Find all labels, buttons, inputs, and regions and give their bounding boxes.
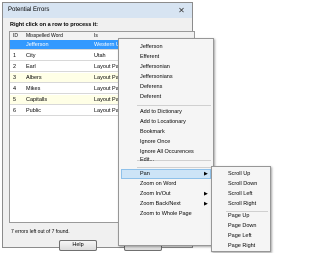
menu-item-suggestion[interactable]: Jeffersonians	[140, 74, 173, 80]
menu-item-pan-label: Pan	[140, 171, 150, 177]
menu-item-page-right[interactable]: Page Right	[228, 243, 255, 249]
row-word: Jefferson	[26, 42, 49, 48]
title-bar[interactable]: Potential Errors ✕	[3, 3, 192, 18]
submenu-arrow-icon: ▶	[204, 201, 208, 207]
row-word: Albers	[26, 75, 42, 81]
menu-item-page-up[interactable]: Page Up	[228, 213, 249, 219]
row-is: Utah	[94, 53, 106, 59]
menu-item-suggestion[interactable]: Deferent	[140, 94, 161, 100]
menu-item-ignore-once[interactable]: Ignore Once	[140, 139, 170, 145]
row-id: 4	[13, 86, 17, 92]
row-word: Earl	[26, 64, 36, 70]
menu-separator	[137, 167, 211, 168]
row-word: City	[26, 53, 36, 59]
menu-item-suggestion[interactable]: Deferens	[140, 84, 162, 90]
instruction-label: Right click on a row to process it:	[10, 22, 99, 28]
row-word: Mikes	[26, 86, 41, 92]
row-id: 6	[13, 108, 17, 114]
close-icon[interactable]: ✕	[175, 5, 188, 16]
menu-item-scroll-down[interactable]: Scroll Down	[228, 181, 257, 187]
menu-separator	[137, 105, 211, 106]
row-id: 3	[13, 75, 17, 81]
submenu-arrow-icon: ▶	[204, 191, 208, 197]
menu-item-scroll-right[interactable]: Scroll Right	[228, 201, 256, 207]
menu-item-edit[interactable]: Edit...	[140, 157, 154, 163]
menu-item-suggestion[interactable]: Jeffersonian	[140, 64, 170, 70]
menu-item-ignore-all[interactable]: Ignore All Occurences	[140, 149, 194, 155]
status-text: 7 errors left out of 7 found.	[11, 229, 70, 235]
row-id: 2	[13, 64, 17, 70]
menu-item-add-to-dictionary[interactable]: Add to Dictionary	[140, 109, 182, 115]
menu-item-page-left[interactable]: Page Left	[228, 233, 252, 239]
menu-item-pan[interactable]: Pan ▶	[121, 169, 211, 179]
menu-item-scroll-up[interactable]: Scroll Up	[228, 171, 250, 177]
row-id: 5	[13, 97, 17, 103]
row-id: 1	[13, 53, 17, 59]
menu-item-bookmark[interactable]: Bookmark	[140, 129, 165, 135]
menu-item-zoom-on-word[interactable]: Zoom on Word	[140, 181, 176, 187]
menu-item-zoom-in-out[interactable]: Zoom In/Out	[140, 191, 171, 197]
menu-item-suggestion[interactable]: Jefferson	[140, 44, 163, 50]
menu-item-add-to-locationary[interactable]: Add to Locationary	[140, 119, 186, 125]
column-header-is[interactable]: Is	[94, 33, 98, 39]
pan-submenu: Scroll Up Scroll Down Scroll Left Scroll…	[211, 166, 271, 252]
menu-item-suggestion[interactable]: Efferent	[140, 54, 159, 60]
menu-item-zoom-whole-page[interactable]: Zoom to Whole Page	[140, 211, 192, 217]
menu-separator	[226, 211, 268, 212]
menu-item-scroll-left[interactable]: Scroll Left	[228, 191, 252, 197]
row-word: Capitalls	[26, 97, 48, 103]
row-word: Public	[26, 108, 41, 114]
help-button[interactable]: Help	[59, 240, 97, 251]
context-menu: Jefferson Efferent Jeffersonian Jefferso…	[118, 38, 214, 246]
dialog-title: Potential Errors	[8, 7, 50, 13]
submenu-arrow-icon: ▶	[204, 171, 208, 177]
menu-item-zoom-back-next[interactable]: Zoom Back/Next	[140, 201, 181, 207]
column-header-misspelled-word[interactable]: Misspelled Word	[26, 33, 63, 39]
column-header-id[interactable]: ID	[13, 33, 18, 39]
menu-item-page-down[interactable]: Page Down	[228, 223, 256, 229]
